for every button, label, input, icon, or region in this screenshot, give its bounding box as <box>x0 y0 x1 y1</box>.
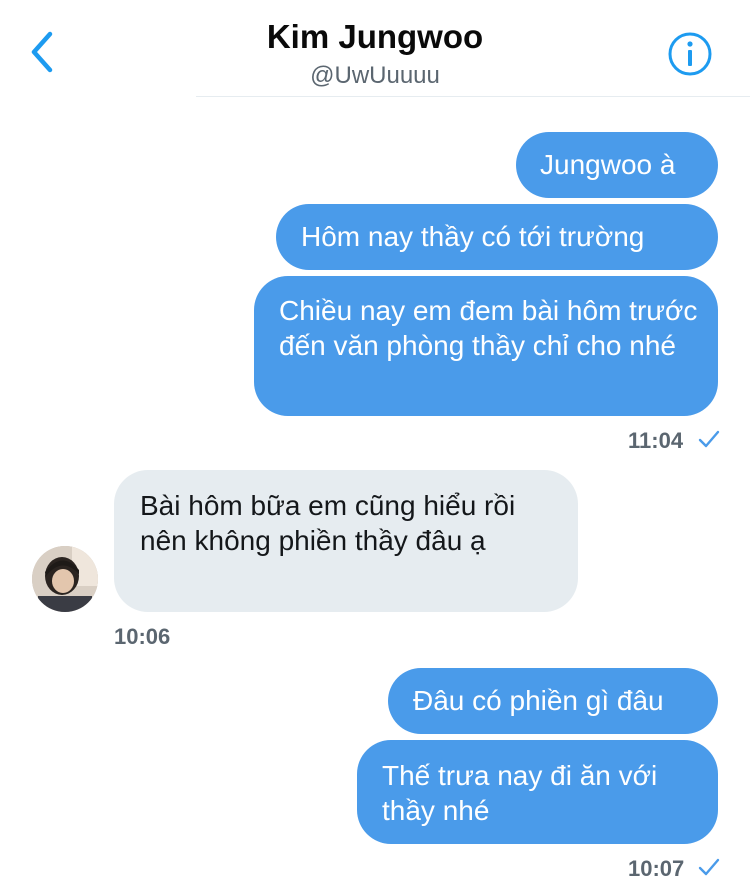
outgoing-message[interactable]: Chiều nay em đem bài hôm trước đến văn p… <box>254 276 718 416</box>
incoming-message[interactable]: Bài hôm bữa em cũng hiểu rồi nên không p… <box>114 470 578 612</box>
message-text: Bài hôm bữa em cũng hiểu rồi nên không p… <box>140 490 516 556</box>
contact-avatar[interactable] <box>32 546 98 612</box>
avatar-image <box>32 546 98 612</box>
outgoing-message[interactable]: Jungwoo à <box>516 132 718 198</box>
info-icon[interactable] <box>666 30 714 78</box>
message-timestamp: 11:04 <box>628 428 684 453</box>
message-text: Đâu có phiền gì đâu <box>413 685 664 716</box>
outgoing-message[interactable]: Hôm nay thầy có tới trường <box>276 204 718 270</box>
sent-check-icon <box>698 858 720 876</box>
message-text: Hôm nay thầy có tới trường <box>301 221 645 252</box>
message-text: Jungwoo à <box>540 149 676 180</box>
outgoing-message[interactable]: Đâu có phiền gì đâu <box>388 668 718 734</box>
sent-check-icon <box>698 430 720 448</box>
message-text: Thế trưa nay đi ăn với thầy nhé <box>382 760 658 826</box>
conversation-header: Kim Jungwoo @UwUuuuu <box>0 0 750 98</box>
header-divider <box>196 96 750 97</box>
contact-name[interactable]: Kim Jungwoo <box>0 18 750 56</box>
message-text: Chiều nay em đem bài hôm trước đến văn p… <box>279 295 698 361</box>
message-timestamp: 10:06 <box>114 624 171 649</box>
outgoing-message[interactable]: Thế trưa nay đi ăn với thầy nhé <box>357 740 718 844</box>
message-timestamp: 10:07 <box>628 856 685 881</box>
contact-handle[interactable]: @UwUuuuu <box>0 62 750 90</box>
